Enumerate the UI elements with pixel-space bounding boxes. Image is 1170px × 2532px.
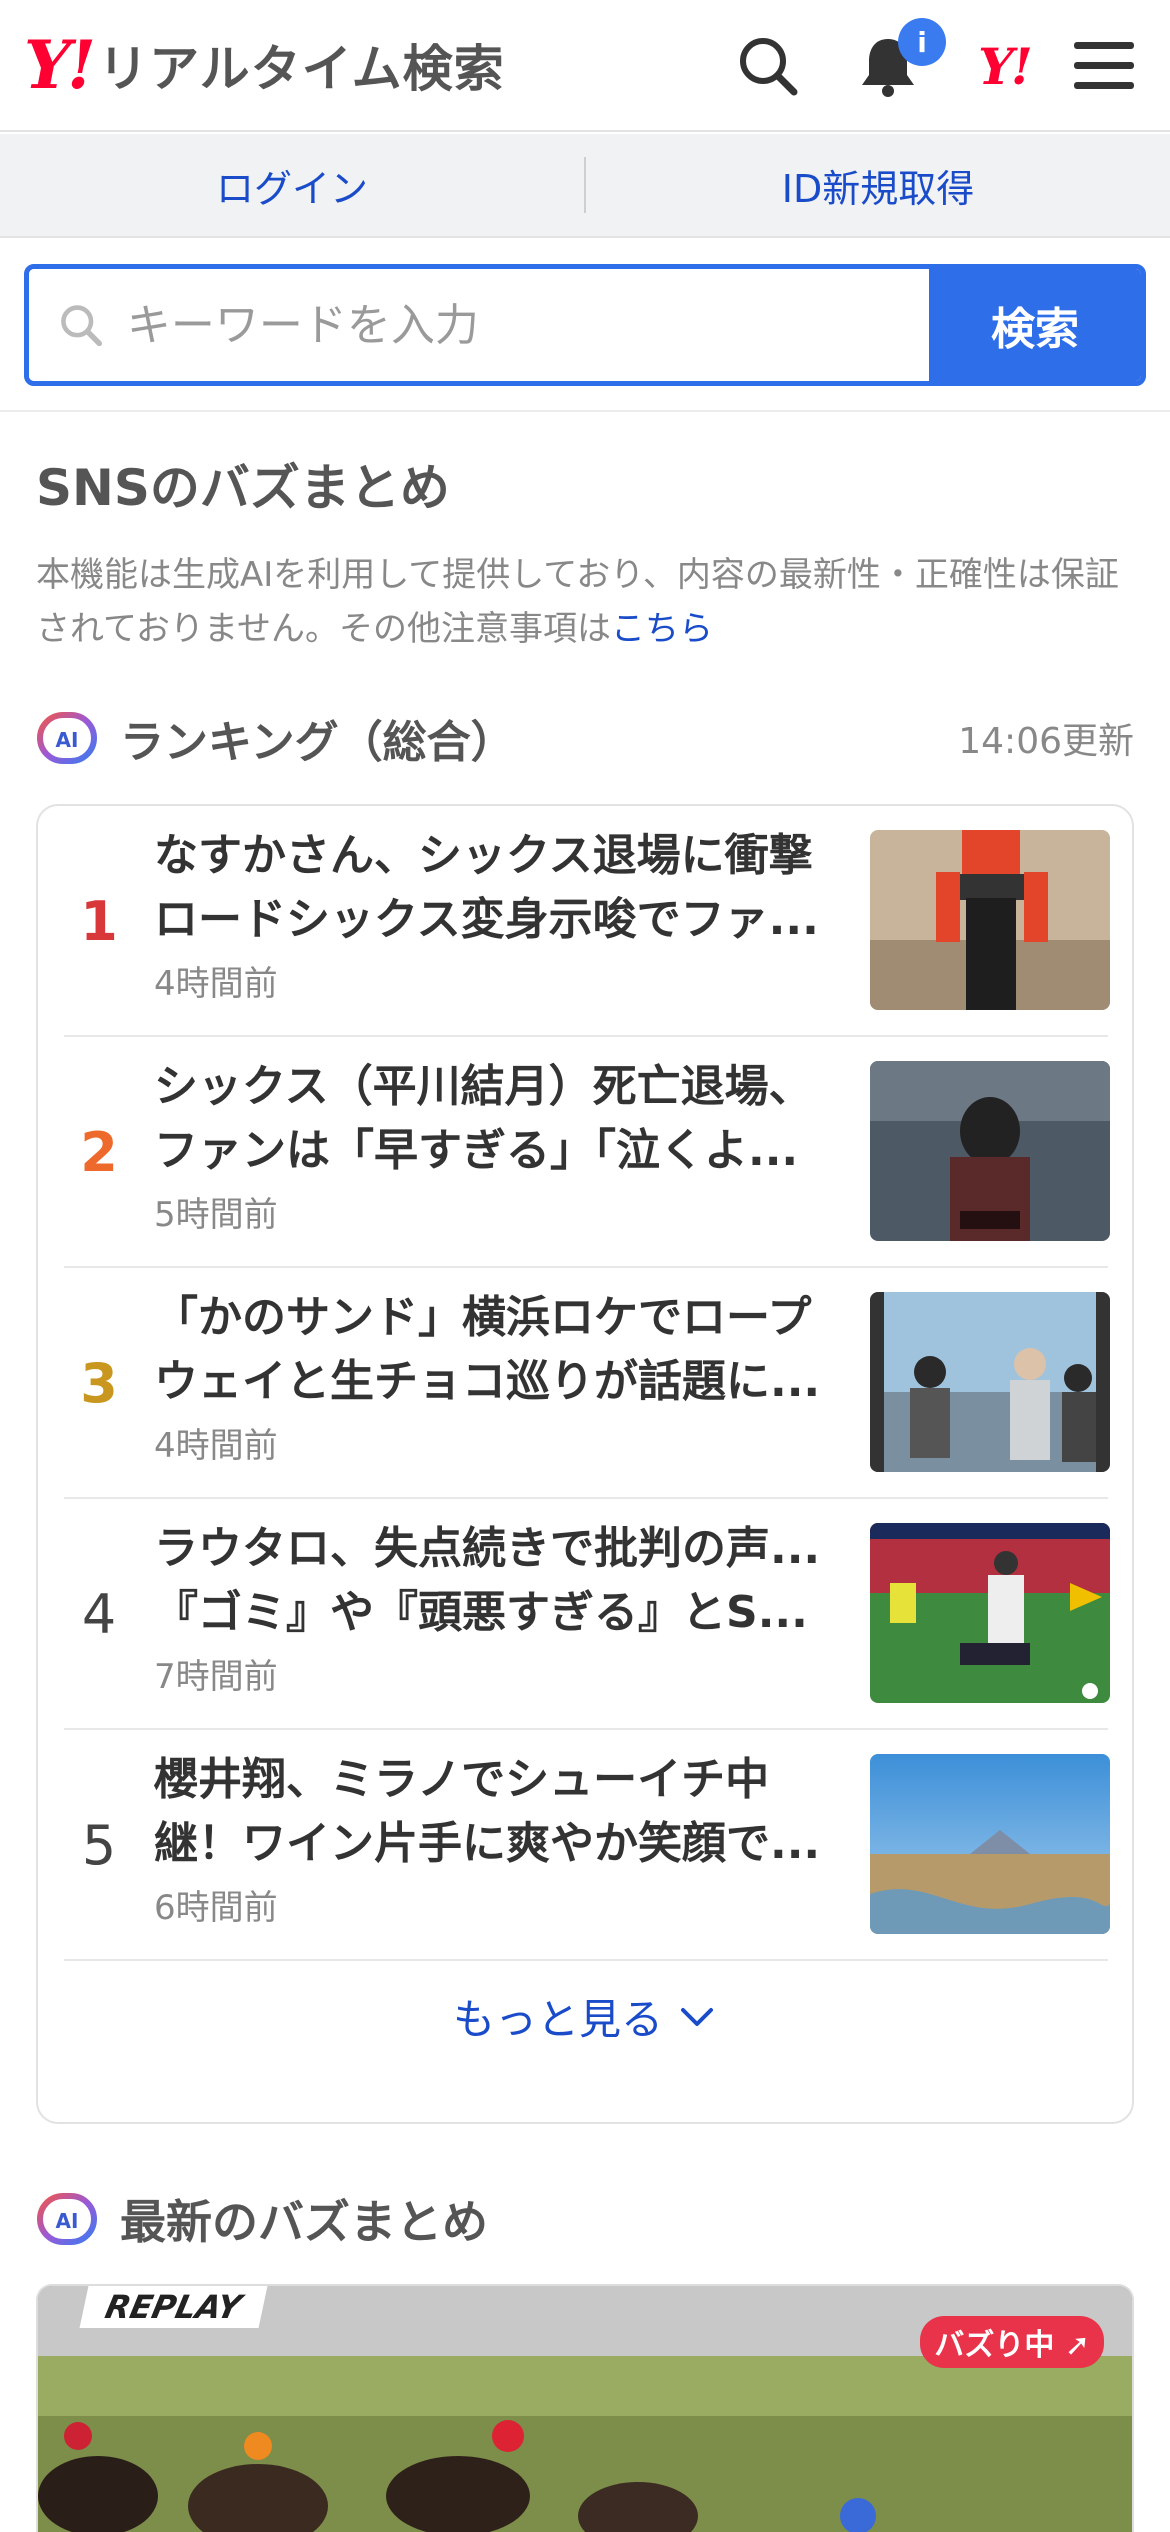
ranking-item-title[interactable]: シックス（平川結月）死亡退場、ファンは「早すぎる」「泣くよ... <box>154 1055 844 1183</box>
yahoo-japan-mark: Y! <box>978 36 1033 96</box>
ranking-item-time: 6時間前 <box>154 1888 278 1928</box>
search-field-wrapper <box>29 269 929 381</box>
rank-number: 4 <box>81 1583 117 1646</box>
yahoo-japan-icon[interactable]: Y! <box>966 28 1042 104</box>
ai-notice-text: 本機能は生成AIを利用して提供しており、内容の最新性・正確性は保証されておりませ… <box>36 555 1119 649</box>
rank-number: 2 <box>80 1121 118 1184</box>
ranking-thumbnail-image[interactable] <box>870 1061 1110 1241</box>
search-input[interactable] <box>126 299 929 351</box>
site-logo[interactable]: Y! リアルタイム検索 <box>24 30 505 100</box>
notification-bell-icon[interactable]: i <box>850 18 946 104</box>
latest-buzz-title: 最新のバズまとめ <box>120 2195 488 2249</box>
ranking-item-time: 4時間前 <box>154 964 278 1004</box>
see-more-label: もっと見る <box>452 1995 663 2044</box>
section-divider <box>0 410 1170 412</box>
ai-icon: AI <box>36 709 98 767</box>
rank-number: 5 <box>81 1814 117 1877</box>
search-box: 検索 <box>24 264 1146 386</box>
ranking-item-2[interactable]: 2 シックス（平川結月）死亡退場、ファンは「早すぎる」「泣くよ... 5時間前 <box>64 1037 1110 1268</box>
ai-icon: AI <box>36 2190 98 2248</box>
ranking-card: 1 なすかさん、シックス退場に衝撃ロードシックス変身示唆でファ... 4時間前 … <box>36 804 1134 2124</box>
ranking-header: AI ランキング（総合） 14:06更新 <box>36 706 1134 770</box>
ai-icon-label: AI <box>56 728 79 752</box>
notification-badge: i <box>898 18 946 66</box>
ranking-item-time: 5時間前 <box>154 1195 278 1235</box>
ranking-thumbnail-image[interactable] <box>870 1754 1110 1934</box>
chevron-down-icon <box>681 2007 713 2026</box>
ranking-thumbnail-image[interactable] <box>870 830 1110 1010</box>
login-link[interactable]: ログイン <box>0 158 584 213</box>
login-bar: ログイン ID新規取得 <box>0 134 1170 238</box>
ranking-item-title[interactable]: ラウタロ、失点続きで批判の声...『ゴミ』や『頭悪すぎる』とS... <box>154 1517 844 1645</box>
search-button[interactable]: 検索 <box>929 269 1141 381</box>
notice-link[interactable]: こちら <box>611 609 713 649</box>
latest-buzz-header: AI 最新のバズまとめ <box>36 2186 488 2252</box>
ranking-item-title[interactable]: なすかさん、シックス退場に衝撃ロードシックス変身示唆でファ... <box>154 824 844 952</box>
ranking-updated-time: 14:06更新 <box>958 721 1134 762</box>
rank-number: 1 <box>80 890 118 953</box>
ranking-item-title[interactable]: 「かのサンド」横浜ロケでロープウェイと生チョコ巡りが話題に... <box>154 1286 844 1414</box>
ai-notice: 本機能は生成AIを利用して提供しており、内容の最新性・正確性は保証されておりませ… <box>36 548 1136 656</box>
replay-tag: REPLAY <box>79 2286 268 2328</box>
ranking-item-time: 4時間前 <box>154 1426 278 1466</box>
yahoo-logo-mark: Y! <box>24 26 96 104</box>
ranking-item-title[interactable]: 櫻井翔、ミラノでシューイチ中継！ワイン片手に爽やか笑顔で... <box>154 1748 844 1876</box>
rank-number: 3 <box>80 1352 118 1415</box>
see-more-button[interactable]: もっと見る <box>38 1986 1132 2047</box>
ranking-item-4[interactable]: 4 ラウタロ、失点続きで批判の声...『ゴミ』や『頭悪すぎる』とS... 7時間… <box>64 1499 1110 1730</box>
site-logo-text: リアルタイム検索 <box>98 40 505 98</box>
buzz-badge: バズり中 ➚ <box>920 2316 1104 2368</box>
ai-icon-label: AI <box>56 2209 79 2233</box>
search-field-icon <box>61 305 103 347</box>
search-icon[interactable] <box>730 28 806 104</box>
ranking-item-time: 7時間前 <box>154 1657 278 1697</box>
register-link[interactable]: ID新規取得 <box>586 158 1170 213</box>
latest-buzz-card[interactable]: REPLAY バズり中 ➚ <box>36 2284 1134 2532</box>
hamburger-menu-icon[interactable] <box>1066 28 1142 104</box>
ranking-item-3[interactable]: 3 「かのサンド」横浜ロケでロープウェイと生チョコ巡りが話題に... 4時間前 <box>64 1268 1110 1499</box>
buzz-badge-label: バズり中 <box>934 2328 1055 2363</box>
ranking-thumbnail-image[interactable] <box>870 1523 1110 1703</box>
section-title: SNSのバズまとめ <box>36 459 450 517</box>
ranking-item-5[interactable]: 5 櫻井翔、ミラノでシューイチ中継！ワイン片手に爽やか笑顔で... 6時間前 <box>64 1730 1110 1961</box>
ranking-item-1[interactable]: 1 なすかさん、シックス退場に衝撃ロードシックス変身示唆でファ... 4時間前 <box>64 806 1110 1037</box>
app-header: Y! リアルタイム検索 i Y! <box>0 0 1170 132</box>
ranking-title: ランキング（総合） <box>120 717 515 768</box>
ranking-thumbnail-image[interactable] <box>870 1292 1110 1472</box>
